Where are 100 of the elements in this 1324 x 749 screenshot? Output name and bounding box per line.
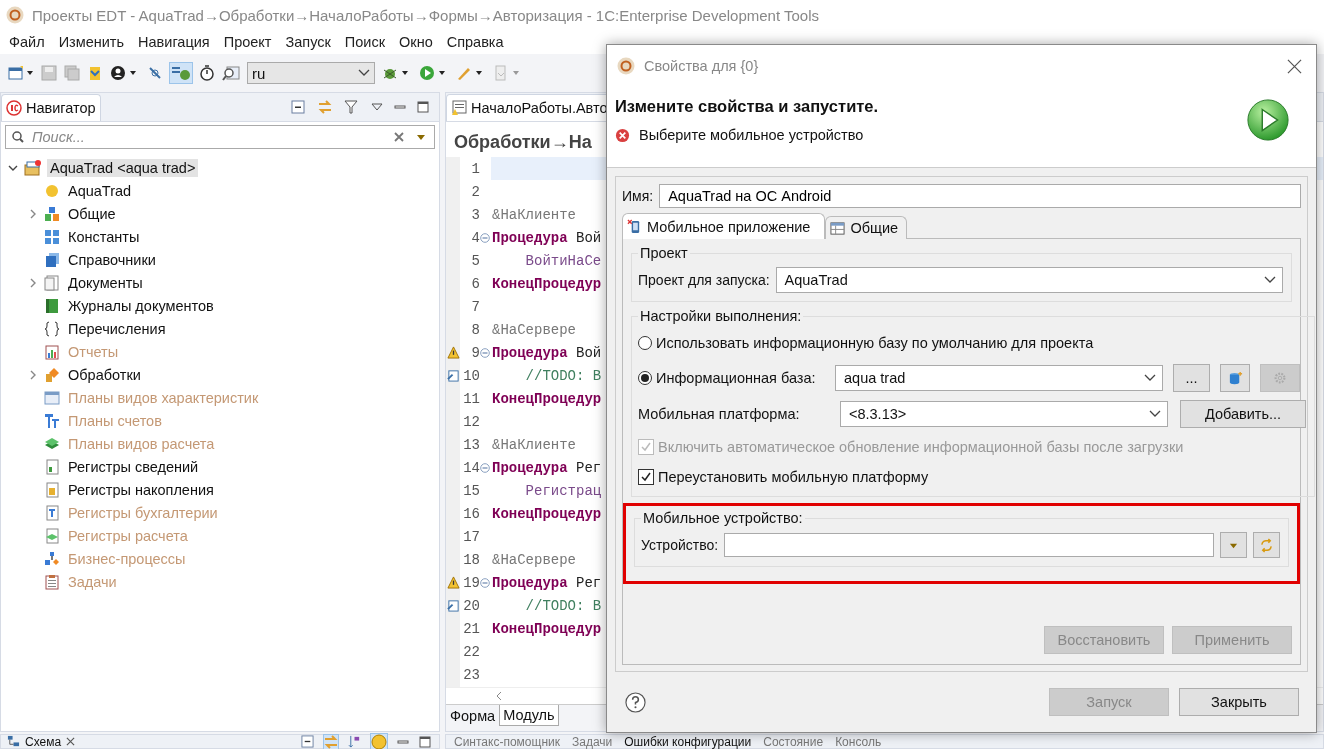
line-number: 1 [470, 160, 480, 177]
tree-item[interactable]: Журналы документов [65, 296, 217, 315]
tree-item[interactable]: Документы [65, 273, 146, 292]
name-field[interactable]: AquaTrad на ОС Android [659, 184, 1301, 208]
close-button[interactable]: Закрыть [1179, 688, 1299, 716]
panel-tab[interactable]: Консоль [835, 734, 882, 749]
dialog-heading: Измените свойства и запустите. [615, 97, 879, 116]
play-icon [1246, 98, 1290, 142]
field-label: Мобильная платформа: [638, 406, 801, 422]
scroll-left-icon[interactable] [494, 691, 504, 701]
stopwatch-icon[interactable] [199, 65, 215, 81]
table-icon [830, 220, 846, 236]
maximize-icon[interactable] [417, 101, 429, 113]
tree-item[interactable]: Регистры сведений [65, 457, 202, 476]
menu-item[interactable]: Поиск [337, 34, 392, 50]
infobase-dropdown[interactable]: aqua trad [835, 365, 1163, 391]
code-line: &НаКлиенте [491, 206, 576, 223]
language-dropdown[interactable]: ru [247, 62, 375, 84]
browse-button[interactable]: ... [1173, 364, 1210, 392]
code-line: &НаСервере [491, 551, 576, 568]
fold-icon[interactable] [480, 577, 490, 588]
fold-icon[interactable] [480, 462, 490, 473]
radio-label[interactable]: Информационная база: [656, 370, 831, 386]
view-menu-icon[interactable] [371, 101, 383, 113]
panel-tab[interactable]: Состояние [763, 734, 824, 749]
sort-icon[interactable] [348, 735, 361, 748]
code-line: Регистрац [524, 482, 602, 499]
menu-item[interactable]: Проект [216, 34, 279, 50]
tree-item[interactable]: AquaTrad [65, 181, 135, 200]
outline-icon [7, 735, 20, 748]
radio-label[interactable]: Использовать информационную базу по умолчанию для проекта [656, 335, 1094, 351]
platform-dropdown[interactable]: <8.3.13> [840, 401, 1168, 427]
outline-tab[interactable]: Схема [1, 734, 82, 749]
circle-icon [44, 182, 60, 199]
code-line: //TODO: В [524, 597, 602, 614]
menu-item[interactable]: Справка [439, 34, 511, 50]
code-line: &НаКлиенте [491, 436, 576, 453]
help-icon[interactable] [625, 691, 646, 713]
radio-button[interactable] [638, 336, 652, 350]
maximize-icon[interactable] [419, 735, 431, 748]
tree-item[interactable]: Справочники [65, 250, 159, 269]
code-line: Процедура Рег [491, 459, 602, 476]
import-icon[interactable] [87, 65, 103, 81]
new-window-icon[interactable] [8, 65, 34, 81]
editor-mode-tab[interactable]: Модуль [499, 705, 559, 726]
tree-item[interactable]: Регистры накопления [65, 480, 217, 499]
menu-item[interactable]: Запуск [278, 34, 338, 50]
tool-icon [44, 366, 60, 383]
clear-icon[interactable] [393, 131, 405, 143]
radio-button[interactable] [638, 371, 652, 385]
device-field[interactable] [724, 533, 1214, 557]
checkbox[interactable] [638, 469, 654, 485]
navigator-tab[interactable]: Навигатор [1, 94, 101, 121]
menu-item[interactable]: Навигация [131, 34, 217, 50]
menu-item[interactable]: Окно [392, 34, 440, 50]
collapse-icon[interactable] [301, 735, 314, 748]
field-label: Проект для запуска: [638, 272, 770, 288]
collapse-icon[interactable] [290, 99, 306, 115]
close-icon[interactable] [66, 737, 76, 746]
tree-item[interactable]: Общие [65, 204, 119, 223]
project-dropdown[interactable]: AquaTrad [775, 267, 1283, 293]
filter-icon[interactable] [344, 99, 360, 115]
panel-tab[interactable]: Задачи [571, 734, 613, 749]
line-number: 2 [470, 183, 480, 200]
search-field[interactable]: Поиск... [5, 125, 435, 149]
add-button[interactable]: Добавить... [1180, 400, 1306, 428]
fold-icon[interactable] [480, 232, 490, 243]
bug-icon[interactable] [170, 63, 192, 83]
fold-icon[interactable] [480, 347, 490, 358]
line-number: 21 [462, 620, 480, 637]
settings-tab[interactable]: Общие [825, 216, 908, 239]
tree-item[interactable]: Константы [65, 227, 143, 246]
panel-tab[interactable]: Синтакс-помощник [454, 734, 560, 749]
tree-item[interactable]: Перечисления [65, 319, 169, 338]
code-line: Процедура Рег [491, 574, 602, 591]
tree-item[interactable]: AquaTrad <aqua trad> [47, 158, 199, 177]
close-icon[interactable] [1287, 58, 1302, 74]
code-line: КонецПроцедур [491, 390, 602, 407]
line-number: 6 [470, 275, 480, 292]
line-number: 3 [470, 206, 480, 223]
chevron-icon [1264, 276, 1276, 284]
clipboard-icon [44, 573, 60, 590]
menu-item[interactable]: Файл [2, 34, 52, 50]
circle-icon[interactable] [371, 733, 387, 749]
settings-tab[interactable]: Мобильное приложение [622, 213, 826, 239]
search-icon[interactable] [222, 64, 240, 82]
sheet-icon [44, 481, 60, 498]
chevron-icon [1144, 374, 1156, 382]
panel-tab[interactable]: Ошибки конфигурации [624, 734, 752, 749]
line-number: 18 [462, 551, 480, 568]
search-icon [11, 130, 25, 144]
database-button[interactable] [1220, 364, 1250, 392]
module-icon [451, 100, 467, 116]
group-title: Проект [639, 245, 689, 261]
phone-icon [627, 219, 642, 234]
checkbox-label[interactable]: Переустановить мобильную платформу [658, 469, 929, 485]
editor-mode-tab[interactable]: Форма [446, 705, 500, 727]
menu-item[interactable]: Изменить [51, 34, 132, 50]
link-icon[interactable] [147, 65, 163, 81]
tree-item[interactable]: Обработки [65, 365, 144, 384]
